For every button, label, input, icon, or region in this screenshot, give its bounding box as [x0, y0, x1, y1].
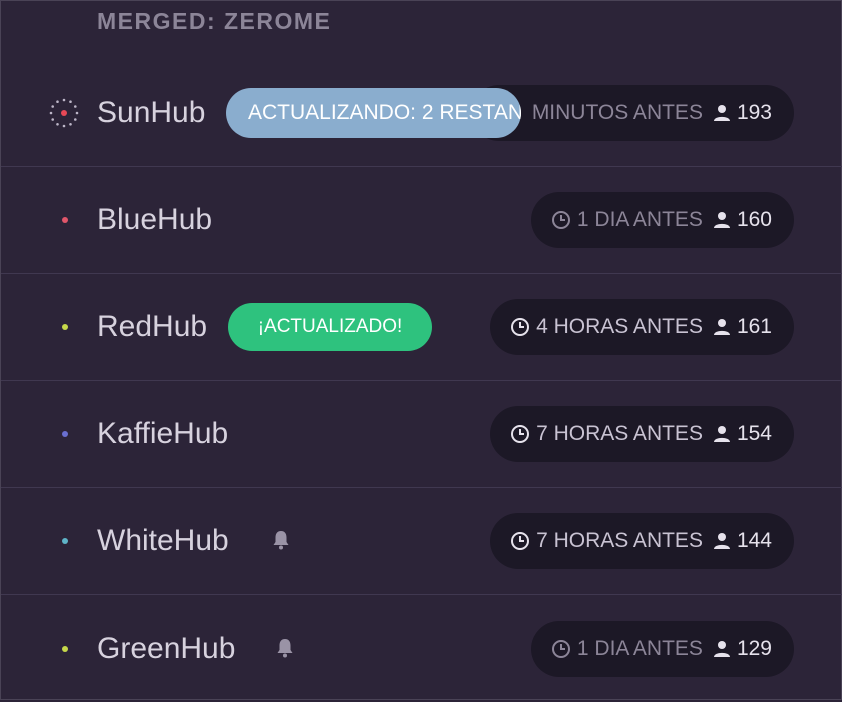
section-title: MERGED: ZEROME [97, 8, 332, 34]
hub-last-update: 1 DIA ANTES [576, 208, 703, 231]
clock-icon [511, 532, 530, 550]
hub-user-count: 129 [736, 636, 772, 660]
hub-status-dot [62, 217, 68, 223]
hub-name: GreenHub [97, 631, 236, 665]
hub-status-dot [62, 645, 68, 652]
hub-name: BlueHub [97, 203, 213, 236]
hub-meta-pill: 4 HORAS ANTES 161 [490, 299, 794, 355]
user-icon [713, 212, 730, 228]
user-icon [713, 104, 730, 121]
hub-list: SunHub MINUTOS ANTES 193 ACTUALIZANDO: 2… [1, 59, 842, 702]
hub-last-update: MINUTOS ANTES [531, 100, 703, 124]
hub-last-update: 7 HORAS ANTES [536, 422, 703, 445]
hub-status-dot [62, 431, 68, 437]
clock-icon [551, 211, 570, 229]
hub-status-dot [62, 538, 68, 544]
hub-meta-pill: 7 HORAS ANTES 144 [490, 513, 794, 569]
hub-row-sunhub[interactable]: SunHub MINUTOS ANTES 193 ACTUALIZANDO: 2… [1, 59, 842, 167]
hub-last-update: 7 HORAS ANTES [536, 529, 703, 552]
bell-icon[interactable] [271, 529, 291, 551]
clock-icon [511, 318, 530, 336]
user-icon [713, 640, 730, 657]
hub-row-kaffiehub[interactable]: KaffieHub 7 HORAS ANTES 154 [1, 381, 842, 488]
user-icon [713, 533, 730, 549]
hub-name: KaffieHub [97, 417, 229, 450]
hub-user-count: 193 [736, 100, 772, 124]
hub-status-dot [62, 324, 68, 330]
hub-row-redhub[interactable]: RedHub ¡ACTUALIZADO! 4 HORAS ANTES 161 [1, 274, 842, 381]
updated-badge: ¡ACTUALIZADO! [228, 303, 432, 351]
hub-user-count: 160 [736, 208, 772, 231]
hub-user-count: 154 [736, 422, 772, 445]
hub-last-update: 1 DIA ANTES [576, 636, 703, 660]
hub-name: SunHub [97, 95, 206, 129]
hub-user-count: 161 [736, 315, 772, 338]
clock-icon [551, 639, 570, 658]
bell-icon[interactable] [275, 637, 295, 659]
user-icon [713, 426, 730, 442]
updating-label: ACTUALIZANDO: 2 RESTAN [248, 100, 521, 124]
updating-progress-badge: ACTUALIZANDO: 2 RESTAN [226, 87, 521, 138]
hub-name: RedHub [97, 310, 208, 343]
hub-meta-pill: 7 HORAS ANTES 154 [490, 406, 794, 462]
hub-user-count: 144 [736, 529, 772, 552]
loading-spinner-icon [49, 98, 79, 127]
hub-row-whitehub[interactable]: WhiteHub 7 HORAS ANTES 144 [1, 488, 842, 595]
clock-icon [511, 425, 530, 443]
hub-meta-pill: 1 DIA ANTES 129 [530, 620, 794, 677]
hub-row-greenhub[interactable]: GreenHub 1 DIA ANTES 129 [1, 595, 842, 702]
hub-meta-pill: 1 DIA ANTES 160 [530, 192, 794, 248]
hub-name: WhiteHub [97, 524, 229, 557]
hub-row-bluehub[interactable]: BlueHub 1 DIA ANTES 160 [1, 167, 842, 274]
user-icon [713, 319, 730, 335]
hub-last-update: 4 HORAS ANTES [536, 315, 703, 338]
hub-panel: MERGED: ZEROME SunHub MINUTOS ANTES 193 … [0, 0, 842, 700]
